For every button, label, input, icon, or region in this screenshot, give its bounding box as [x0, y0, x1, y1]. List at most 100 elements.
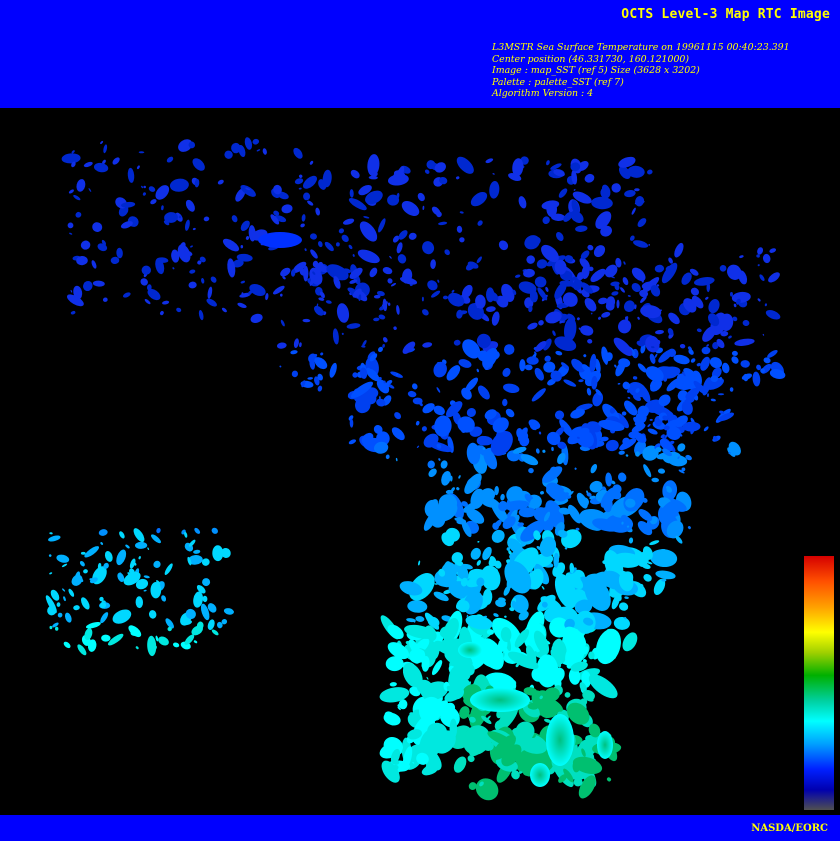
sst-pixel-patch — [519, 359, 526, 372]
sst-pixel-patch — [262, 148, 267, 155]
sst-pixel-patch — [440, 460, 448, 469]
sst-pixel-patch — [431, 290, 441, 298]
sst-pixel-patch — [455, 176, 460, 180]
sst-pixel-patch — [739, 255, 744, 259]
sst-pixel-patch — [674, 242, 684, 258]
sst-pixel-patch — [341, 332, 344, 335]
sst-pixel-patch — [661, 262, 678, 284]
sst-pixel-patch — [430, 259, 436, 269]
sst-pixel-patch — [408, 232, 417, 240]
sst-pixel-patch — [456, 156, 474, 174]
sst-pixel-patch — [434, 568, 458, 588]
sst-pixel-patch — [302, 318, 311, 323]
sst-pixel-patch — [389, 255, 392, 259]
sst-pixel-patch — [757, 247, 764, 255]
sst-pixel-patch — [231, 215, 238, 223]
sst-pixel-patch — [401, 201, 420, 216]
sst-pixel-patch — [637, 316, 640, 320]
sst-pixel-patch — [119, 531, 125, 539]
sst-pixel-patch — [587, 244, 594, 251]
sst-pixel-patch — [56, 554, 70, 563]
sst-pixel-patch — [593, 245, 606, 258]
sst-pixel-patch — [623, 261, 626, 265]
sst-pixel-patch — [190, 245, 193, 248]
sst-pixel-patch — [668, 257, 673, 264]
sst-pixel-patch — [574, 467, 577, 470]
sst-pixel-patch — [651, 477, 659, 483]
sst-pixel-patch — [442, 295, 449, 300]
sst-pixel-patch — [272, 285, 285, 295]
sst-pixel-patch — [300, 223, 305, 228]
sst-pixel-patch — [92, 222, 103, 232]
sst-pixel-patch — [172, 642, 180, 648]
sst-pixel-patch — [304, 248, 307, 252]
sst-pixel-patch — [203, 216, 210, 222]
sst-pixel-patch — [150, 582, 162, 599]
sst-pixel-patch — [624, 596, 629, 599]
sst-pixel-patch — [427, 460, 435, 469]
sst-pixel-patch — [733, 303, 737, 308]
sst-pixel-patch — [71, 150, 75, 154]
sst-pixel-patch — [217, 179, 224, 185]
sst-pixel-patch — [613, 337, 633, 357]
sst-pixel-patch — [541, 585, 545, 590]
sst-pixel-patch — [424, 169, 430, 174]
sst-pixel-patch — [324, 241, 334, 252]
sst-pixel-patch — [655, 329, 664, 335]
sst-pixel-patch — [188, 281, 197, 289]
sst-pixel-patch — [49, 532, 53, 535]
sst-pixel-patch — [385, 454, 390, 460]
sst-pixel-patch — [382, 267, 393, 275]
sst-pixel-patch — [407, 390, 417, 398]
sst-pixel-patch — [541, 200, 560, 210]
sst-pixel-patch — [756, 254, 760, 258]
sst-pixel-patch — [765, 310, 781, 320]
sst-pixel-patch — [648, 244, 651, 246]
sst-pixel-patch — [705, 296, 709, 300]
sst-pixel-patch — [194, 527, 201, 534]
sst-pixel-patch — [416, 445, 420, 448]
sst-pixel-patch — [363, 216, 370, 219]
sst-pixel-patch — [526, 255, 535, 264]
sst-pixel-patch — [428, 468, 437, 478]
sst-pixel-patch — [138, 151, 145, 154]
sst-pixel-patch — [524, 235, 540, 250]
sst-pixel-patch — [459, 211, 464, 214]
sst-pixel-patch — [346, 323, 361, 329]
metadata-palette-line: Palette : palette_SST (ref 7) — [492, 76, 624, 88]
sst-pixel-patch — [643, 573, 652, 582]
sst-pixel-patch — [193, 640, 198, 644]
sst-pixel-patch — [207, 286, 213, 299]
sst-pixel-patch — [387, 278, 393, 284]
sst-pixel-patch — [412, 383, 418, 390]
sst-pixel-patch — [116, 549, 127, 566]
sst-pixel-patch — [757, 264, 760, 267]
sst-pixel-patch — [291, 370, 299, 378]
sst-pixel-patch — [240, 280, 245, 284]
sst-pixel-patch — [396, 242, 403, 254]
sst-pixel-patch — [650, 549, 678, 568]
sst-pixel-patch — [169, 178, 189, 192]
sst-pixel-patch — [151, 534, 161, 544]
sst-pixel-patch — [458, 475, 461, 479]
sst-pixel-patch — [136, 165, 140, 170]
sst-pixel-patch — [100, 140, 104, 145]
sst-pixel-patch — [69, 232, 73, 235]
sst-pixel-patch — [587, 338, 593, 344]
sst-pixel-patch — [148, 186, 156, 192]
sst-pixel-patch — [422, 241, 435, 255]
sst-pixel-patch — [348, 244, 353, 250]
metadata-center-line: Center position (46.331730, 160.121000) — [492, 53, 690, 65]
sst-pixel-patch — [421, 296, 424, 302]
sst-pixel-patch — [624, 190, 636, 198]
sst-pixel-patch — [690, 358, 696, 363]
sst-pixel-patch — [349, 189, 354, 198]
sst-pixel-patch — [491, 311, 500, 326]
sst-pixel-patch — [361, 345, 366, 348]
sst-pixel-patch — [298, 187, 302, 190]
sst-pixel-patch — [734, 338, 755, 346]
sst-warm-patch — [470, 688, 530, 712]
sst-pixel-patch — [70, 289, 73, 293]
sst-pixel-patch — [453, 339, 461, 346]
sst-pixel-patch — [757, 298, 761, 302]
